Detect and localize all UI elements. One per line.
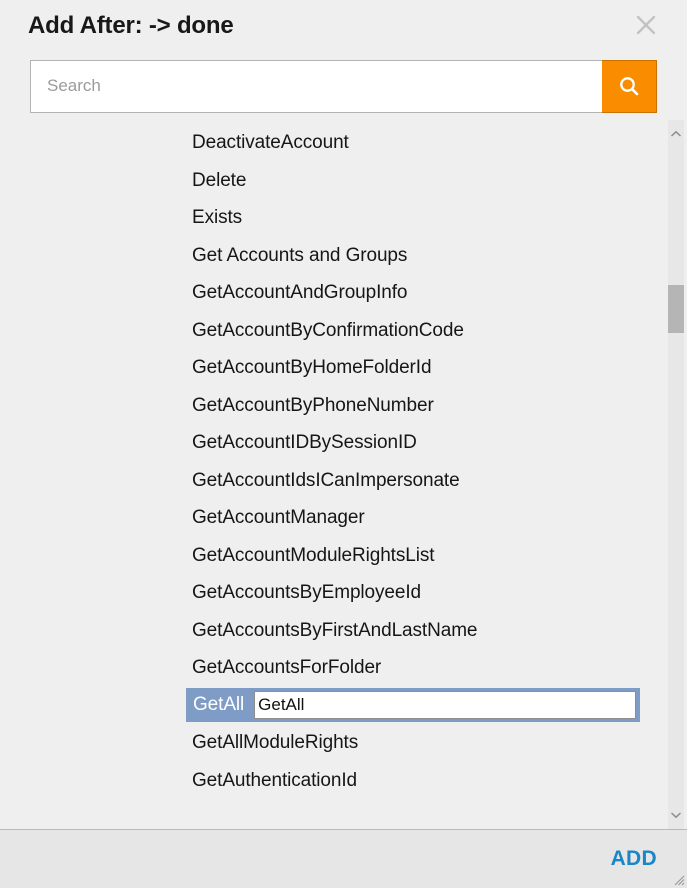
list-item[interactable]: GetAccountAndGroupInfo: [0, 274, 665, 312]
list-item[interactable]: GetAccountByHomeFolderId: [0, 349, 665, 387]
method-list: DeactivateAccount Delete Exists Get Account…: [0, 120, 665, 799]
method-list-area: DeactivateAccount Delete Exists Get Account…: [0, 120, 687, 829]
dialog-header: Add After: -> done: [0, 0, 687, 52]
search-button[interactable]: [602, 59, 657, 113]
list-item[interactable]: GetAccountByConfirmationCode: [0, 312, 665, 350]
page-title: Add After: -> done: [28, 12, 234, 39]
list-item[interactable]: GetAccountByPhoneNumber: [0, 387, 665, 425]
list-item[interactable]: GetAccountsByEmployeeId: [0, 574, 665, 612]
resize-grip-icon[interactable]: [671, 872, 685, 886]
search-bar: [30, 59, 657, 113]
scrollbar-track[interactable]: [668, 148, 684, 801]
rename-input[interactable]: [254, 691, 636, 720]
list-item[interactable]: GetAccountIdsICanImpersonate: [0, 462, 665, 500]
list-item[interactable]: Get Accounts and Groups: [0, 237, 665, 275]
list-item[interactable]: Exists: [0, 199, 665, 237]
method-list-viewport: DeactivateAccount Delete Exists Get Account…: [0, 120, 665, 829]
chevron-up-icon[interactable]: [668, 120, 684, 148]
list-item[interactable]: GetAllModuleRights: [0, 724, 665, 762]
chevron-down-icon[interactable]: [668, 801, 684, 829]
search-icon: [617, 74, 641, 98]
list-item[interactable]: GetAccountIDBySessionID: [0, 424, 665, 462]
add-button[interactable]: ADD: [603, 843, 665, 875]
list-item[interactable]: GetAccountManager: [0, 499, 665, 537]
selected-item-label: GetAll: [193, 694, 245, 716]
list-item[interactable]: DeactivateAccount: [0, 124, 665, 162]
dialog-footer: ADD: [0, 829, 687, 888]
list-item[interactable]: GetAccountModuleRightsList: [0, 537, 665, 575]
scrollbar-thumb[interactable]: [668, 285, 684, 333]
search-input[interactable]: [30, 59, 602, 113]
list-item[interactable]: GetAuthenticationId: [0, 762, 665, 800]
search-row: [0, 52, 687, 120]
list-item[interactable]: GetAccountsForFolder: [0, 649, 665, 687]
close-icon[interactable]: [631, 10, 661, 40]
list-item-selected[interactable]: GetAll: [0, 687, 665, 725]
list-item[interactable]: Delete: [0, 162, 665, 200]
selected-row-highlight: GetAll: [186, 688, 640, 723]
list-scrollbar[interactable]: [665, 120, 687, 829]
add-after-dialog: Add After: -> done DeactivateA: [0, 0, 687, 888]
list-item[interactable]: GetAccountsByFirstAndLastName: [0, 612, 665, 650]
